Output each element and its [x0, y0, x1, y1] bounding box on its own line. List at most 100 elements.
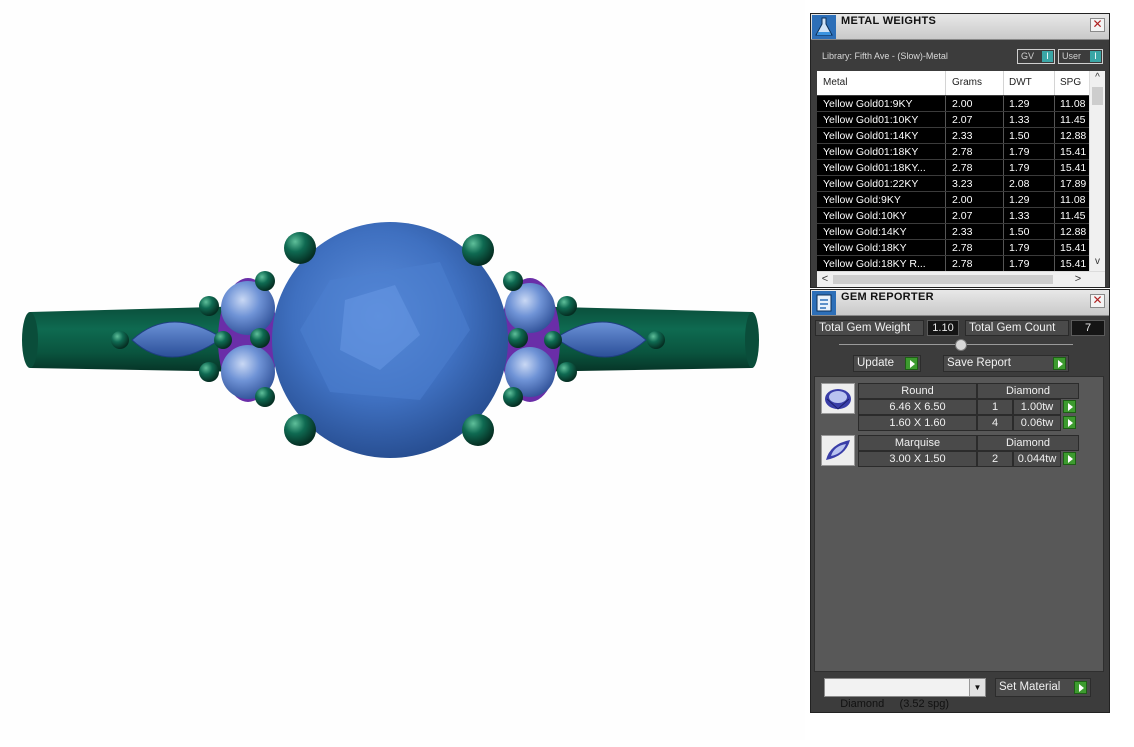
table-row[interactable]: Yellow Gold:10KY 2.07 1.33 11.45	[817, 207, 1089, 224]
scroll-right-icon[interactable]: >	[1071, 272, 1085, 287]
column-separator	[1003, 176, 1004, 192]
gv-label: GV	[1021, 51, 1035, 61]
table-cell: 2.07	[952, 114, 973, 126]
table-row[interactable]: Yellow Gold:18KY 2.78 1.79 15.41	[817, 239, 1089, 256]
play-icon[interactable]	[1053, 357, 1066, 370]
gv-knob: I	[1042, 51, 1053, 62]
close-icon[interactable]: ✕	[1090, 18, 1105, 32]
close-icon[interactable]: ✕	[1090, 294, 1105, 308]
table-cell: 1.29	[1009, 98, 1030, 110]
table-row[interactable]: Yellow Gold:9KY 2.00 1.29 11.08	[817, 191, 1089, 208]
scroll-thumb[interactable]	[833, 275, 1053, 284]
table-cell: 2.00	[952, 194, 973, 206]
table-cell: 2.78	[952, 146, 973, 158]
play-icon[interactable]	[905, 357, 918, 370]
play-icon[interactable]	[1063, 416, 1076, 429]
column-header[interactable]: Metal	[823, 77, 847, 88]
table-row[interactable]: Yellow Gold01:9KY 2.00 1.29 11.08	[817, 95, 1089, 112]
horizontal-scrollbar[interactable]: < >	[817, 271, 1105, 287]
scroll-left-icon[interactable]: <	[818, 272, 832, 287]
table-cell: 1.79	[1009, 242, 1030, 254]
column-separator	[1003, 96, 1004, 112]
column-separator	[945, 128, 946, 144]
table-row[interactable]: Yellow Gold01:10KY 2.07 1.33 11.45	[817, 111, 1089, 128]
round-gem-icon[interactable]	[821, 383, 855, 414]
column-separator	[945, 256, 946, 272]
table-cell: 1.33	[1009, 210, 1030, 222]
column-separator	[1003, 192, 1004, 208]
column-separator	[1003, 240, 1004, 256]
gem-count: 4	[977, 415, 1013, 431]
table-cell: Yellow Gold:14KY	[823, 226, 907, 238]
user-knob: I	[1090, 51, 1101, 62]
gem-size: 1.60 X 1.60	[858, 415, 977, 431]
play-icon[interactable]	[1063, 400, 1076, 413]
update-label: Update	[857, 357, 895, 369]
table-row[interactable]: Yellow Gold:18KY R... 2.78 1.79 15.41	[817, 255, 1089, 272]
column-separator	[945, 144, 946, 160]
save-report-label: Save Report	[947, 357, 1011, 369]
table-cell: 1.79	[1009, 146, 1030, 158]
chevron-down-icon[interactable]: ▼	[969, 679, 985, 696]
gv-toggle[interactable]: GV I	[1017, 49, 1055, 64]
update-button[interactable]: Update	[853, 355, 921, 372]
table-cell: 1.29	[1009, 194, 1030, 206]
material-select-value: Diamond (3.52 spg)	[840, 698, 950, 710]
table-cell: Yellow Gold01:14KY	[823, 130, 919, 142]
column-separator	[945, 208, 946, 224]
user-label: User	[1062, 51, 1082, 61]
play-icon[interactable]	[1063, 452, 1076, 465]
table-row[interactable]: Yellow Gold:14KY 2.33 1.50 12.88	[817, 223, 1089, 240]
column-header[interactable]: SPG	[1060, 77, 1081, 88]
table-cell: 2.00	[952, 98, 973, 110]
table-row[interactable]: Yellow Gold01:18KY... 2.78 1.79 15.41	[817, 159, 1089, 176]
gem-list: Round Diamond 6.46 X 6.50 1 1.00tw 1.60 …	[814, 376, 1104, 672]
metal-weights-panel: METAL WEIGHTS ✕ Library: Fifth Ave - (Sl…	[810, 13, 1110, 288]
table-row[interactable]: Yellow Gold01:22KY 3.23 2.08 17.89	[817, 175, 1089, 192]
column-separator	[1003, 128, 1004, 144]
gem-size: 3.00 X 1.50	[858, 451, 977, 467]
column-header[interactable]: DWT	[1009, 77, 1032, 88]
column-separator	[945, 176, 946, 192]
table-header: Metal Grams DWT SPG	[817, 71, 1089, 95]
vertical-scrollbar[interactable]: ^ v	[1089, 71, 1105, 271]
table-row[interactable]: Yellow Gold01:14KY 2.33 1.50 12.88	[817, 127, 1089, 144]
table-cell: 1.79	[1009, 258, 1030, 270]
table-cell: 3.23	[952, 178, 973, 190]
table-cell: Yellow Gold01:9KY	[823, 98, 913, 110]
gem-shape-label: Round	[858, 383, 977, 399]
3d-viewport[interactable]	[0, 0, 805, 740]
column-header[interactable]: Grams	[952, 77, 982, 88]
material-select[interactable]: Diamond (3.52 spg) ▼	[824, 678, 986, 710]
user-toggle[interactable]: User I	[1058, 49, 1103, 64]
table-cell: 2.07	[952, 210, 973, 222]
scroll-up-icon[interactable]: ^	[1090, 71, 1105, 85]
table-cell: 2.78	[952, 162, 973, 174]
scroll-down-icon[interactable]: v	[1090, 255, 1105, 269]
marquise-gem-icon[interactable]	[821, 435, 855, 466]
table-row[interactable]: Yellow Gold01:18KY 2.78 1.79 15.41	[817, 143, 1089, 160]
table-cell: Yellow Gold01:18KY...	[823, 162, 926, 174]
flask-icon	[812, 15, 836, 39]
set-material-button[interactable]: Set Material	[995, 678, 1091, 697]
ring-render	[22, 222, 759, 458]
table-cell: Yellow Gold01:10KY	[823, 114, 919, 126]
table-cell: 1.79	[1009, 162, 1030, 174]
play-icon[interactable]	[1074, 681, 1087, 694]
table-cell: Yellow Gold:9KY	[823, 194, 901, 206]
column-separator	[945, 96, 946, 112]
column-separator	[945, 192, 946, 208]
slider-handle[interactable]	[955, 339, 967, 351]
gem-material-label: Diamond	[977, 435, 1079, 451]
save-report-button[interactable]: Save Report	[943, 355, 1069, 372]
metal-weights-titlebar[interactable]: METAL WEIGHTS ✕	[811, 14, 1109, 40]
total-gem-weight-label: Total Gem Weight	[815, 320, 924, 336]
table-cell: 1.50	[1009, 130, 1030, 142]
gem-weight: 0.06tw	[1013, 415, 1061, 431]
column-separator	[1003, 160, 1004, 176]
table-cell: 2.78	[952, 242, 973, 254]
column-separator	[1003, 224, 1004, 240]
gem-reporter-titlebar[interactable]: GEM REPORTER ✕	[811, 290, 1109, 316]
table-cell: 2.78	[952, 258, 973, 270]
scroll-thumb[interactable]	[1092, 87, 1103, 105]
